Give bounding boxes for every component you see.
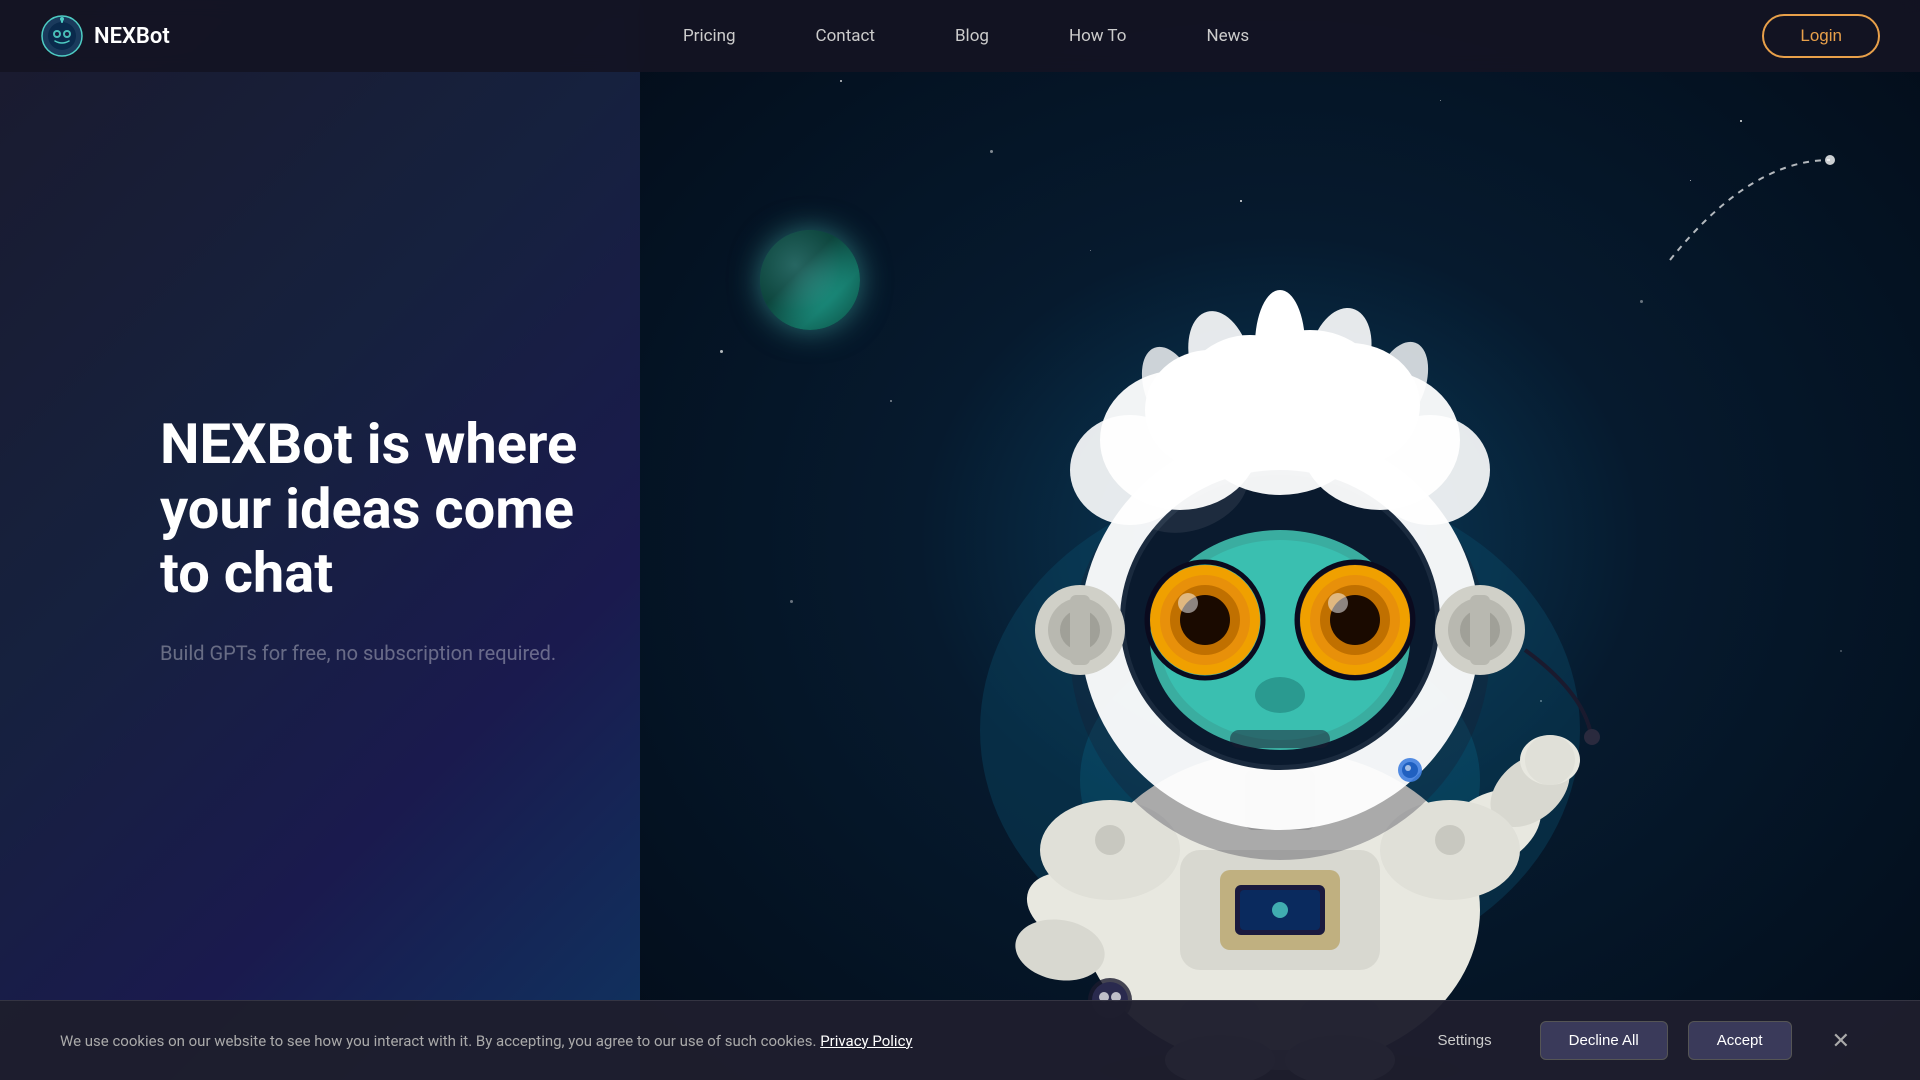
cookie-message: We use cookies on our website to see how… xyxy=(60,1032,1369,1050)
nav-blog[interactable]: Blog xyxy=(955,26,989,46)
planet-decoration xyxy=(760,230,860,330)
nav-right: Login xyxy=(1762,14,1880,58)
nav-news[interactable]: News xyxy=(1206,26,1249,46)
logo-link[interactable]: NEXBot xyxy=(40,14,170,58)
hero-right-panel xyxy=(640,0,1920,1080)
hero-title: NEXBot is where your ideas come to chat xyxy=(160,412,600,605)
brand-name: NEXBot xyxy=(94,24,170,49)
robot-character xyxy=(830,130,1730,1080)
hero-left-panel: NEXBot is where your ideas come to chat … xyxy=(0,0,640,1080)
logo-icon xyxy=(40,14,84,58)
cookie-settings-button[interactable]: Settings xyxy=(1409,1022,1519,1059)
cookie-banner: We use cookies on our website to see how… xyxy=(0,1000,1920,1080)
nav-pricing[interactable]: Pricing xyxy=(683,26,736,46)
hero-section: NEXBot is where your ideas come to chat … xyxy=(0,0,1920,1080)
login-button[interactable]: Login xyxy=(1762,14,1880,58)
hero-subtitle: Build GPTs for free, no subscription req… xyxy=(160,638,560,668)
navbar: NEXBot Pricing Contact Blog How To News … xyxy=(0,0,1920,72)
nav-contact[interactable]: Contact xyxy=(816,26,875,46)
cookie-decline-button[interactable]: Decline All xyxy=(1540,1021,1668,1060)
nav-howto[interactable]: How To xyxy=(1069,26,1127,46)
nav-links: Pricing Contact Blog How To News xyxy=(683,26,1249,46)
cookie-accept-button[interactable]: Accept xyxy=(1688,1021,1792,1060)
cookie-close-button[interactable]: ✕ xyxy=(1822,1024,1860,1058)
cookie-actions: Settings Decline All Accept ✕ xyxy=(1409,1021,1860,1060)
privacy-policy-link[interactable]: Privacy Policy xyxy=(820,1032,912,1050)
